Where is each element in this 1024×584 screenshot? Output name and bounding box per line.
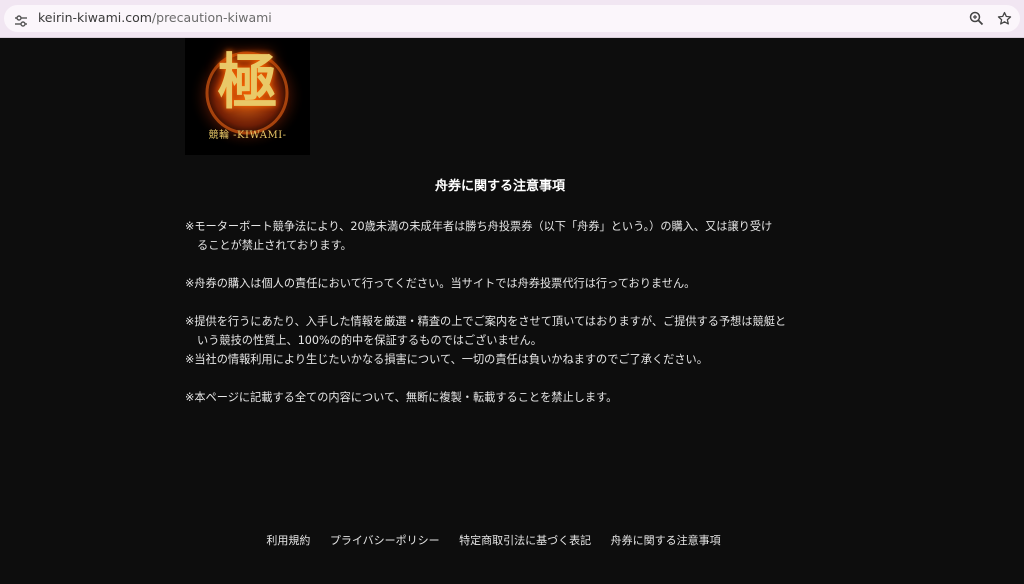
notice-paragraph: ※提供を行うにあたり、入手した情報を厳選・精査の上でご案内をさせて頂いてはおりま… (185, 312, 815, 369)
site-logo[interactable]: 極 競輪 -KIWAMI- (185, 38, 310, 155)
zoom-icon[interactable] (969, 11, 984, 26)
footer-link-terms[interactable]: 利用規約 (266, 534, 310, 547)
notice-line: いう競技の性質上、100%の的中を保証するものではございません。 (197, 334, 542, 347)
footer-link-privacy[interactable]: プライバシーポリシー (330, 534, 440, 547)
notice-line: ※提供を行うにあたり、入手した情報を厳選・精査の上でご案内をさせて頂いてはおりま… (185, 315, 787, 328)
url-domain: keirin-kiwami.com (38, 10, 152, 25)
logo-kanji: 極 (217, 48, 278, 118)
url-text[interactable]: keirin-kiwami.com/precaution-kiwami (38, 10, 272, 26)
notice-line: ※本ページに記載する全ての内容について、無断に複製・転載することを禁止します。 (185, 391, 618, 404)
notice-content: ※モーターボート競争法により、20歳未満の未成年者は勝ち舟投票券（以下「舟券」と… (185, 217, 815, 407)
notice-paragraph: ※舟券の購入は個人の責任において行ってください。当サイトでは舟券投票代行は行って… (185, 274, 815, 293)
notice-line: ることが禁止されております。 (197, 239, 352, 252)
footer-link-commercial-law[interactable]: 特定商取引法に基づく表記 (459, 534, 591, 547)
browser-toolbar: keirin-kiwami.com/precaution-kiwami (0, 0, 1024, 38)
notice-line: ※当社の情報利用により生じたいかなる損害について、一切の責任は負いかねますのでご… (185, 353, 708, 366)
footer-nav: 利用規約 プライバシーポリシー 特定商取引法に基づく表記 舟券に関する注意事項 (0, 532, 987, 548)
url-path: /precaution-kiwami (151, 10, 272, 25)
notice-paragraph: ※モーターボート競争法により、20歳未満の未成年者は勝ち舟投票券（以下「舟券」と… (185, 217, 815, 255)
notice-line: ※舟券の購入は個人の責任において行ってください。当サイトでは舟券投票代行は行って… (185, 277, 696, 290)
tune-icon[interactable] (14, 12, 28, 27)
logo-subtitle: 競輪 -KIWAMI- (208, 130, 287, 141)
page-title: 舟券に関する注意事項 (434, 179, 565, 194)
footer-link-precautions[interactable]: 舟券に関する注意事項 (611, 534, 721, 547)
notice-line: ※モーターボート競争法により、20歳未満の未成年者は勝ち舟投票券（以下「舟券」と… (185, 220, 773, 233)
star-icon[interactable] (997, 11, 1012, 26)
notice-paragraph: ※本ページに記載する全ての内容について、無断に複製・転載することを禁止します。 (185, 388, 815, 407)
address-bar[interactable]: keirin-kiwami.com/precaution-kiwami (4, 5, 1020, 32)
